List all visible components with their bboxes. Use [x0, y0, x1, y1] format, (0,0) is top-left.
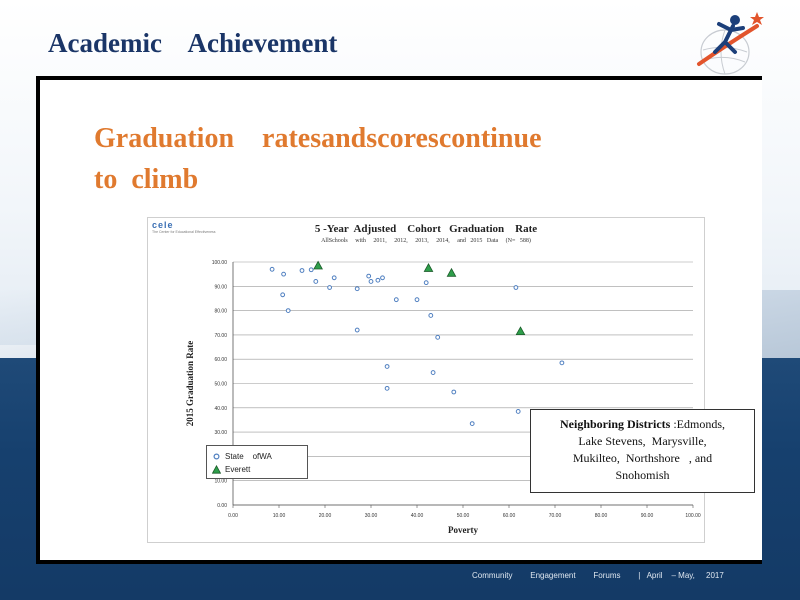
scatter-point-state	[327, 285, 333, 290]
scatter-point-state	[281, 271, 287, 277]
scatter-point-state	[368, 279, 374, 284]
scatter-point-state	[423, 280, 429, 286]
scatter-point-state	[308, 267, 314, 273]
x-tick-label: 40.00	[411, 513, 424, 519]
circle-marker-icon	[213, 452, 220, 460]
neighboring-districts-note: Neighboring Districts :Edmonds, Lake Ste…	[530, 409, 755, 493]
scatter-point-state	[451, 389, 457, 395]
scatter-point-state	[430, 370, 436, 375]
footer-text: Community Engagement Forums | April – Ma…	[472, 571, 724, 580]
scatter-point-state	[299, 268, 305, 273]
triangle-marker-icon	[212, 464, 221, 474]
chart-frame: cele The Center for Educational Effectiv…	[147, 217, 705, 543]
running-figure-logo	[695, 6, 767, 78]
scatter-point-state	[469, 421, 475, 426]
scatter-point-state	[375, 277, 381, 283]
slide-content: Graduation ratesandscorescontinue to cli…	[40, 80, 762, 560]
x-tick-label: 20.00	[319, 513, 332, 519]
x-tick-label: 10.00	[273, 513, 286, 519]
legend-item-state: State ofWA	[212, 450, 272, 462]
scatter-point-everett	[313, 260, 323, 270]
scatter-point-state	[380, 275, 385, 281]
y-tick-label: 50.00	[214, 382, 227, 388]
scatter-point-state	[384, 364, 390, 369]
scatter-point-state	[393, 297, 399, 303]
scatter-point-state	[414, 297, 420, 303]
x-tick-label: 60.00	[503, 513, 516, 519]
y-tick-label: 40.00	[214, 406, 227, 412]
scatter-point-state	[435, 334, 441, 340]
y-tick-label: 80.00	[214, 309, 227, 315]
scatter-point-everett	[515, 326, 526, 336]
scatter-point-state	[354, 327, 360, 333]
x-axis-label: Poverty	[448, 525, 478, 535]
x-tick-label: 30.00	[365, 513, 378, 519]
note-heading: Neighboring Districts	[560, 417, 671, 431]
y-tick-label: 90.00	[214, 284, 227, 290]
x-tick-label: 70.00	[549, 513, 562, 519]
scatter-point-state	[269, 266, 275, 272]
scatter-point-state	[285, 308, 291, 313]
scatter-point-state	[559, 360, 565, 366]
y-tick-label: 100.00	[212, 260, 228, 266]
x-tick-label: 0.00	[228, 513, 238, 519]
legend-item-everett: Everett	[212, 463, 250, 475]
scatter-point-everett	[423, 263, 434, 272]
headline: Graduation ratesandscorescontinue to cli…	[94, 123, 542, 195]
x-tick-label: 100.00	[685, 513, 701, 519]
page-title: Academic Achievement	[48, 28, 338, 58]
x-tick-label: 90.00	[641, 513, 654, 519]
scatter-point-state	[515, 409, 521, 414]
scatter-plot: 0.00 10.00 20.00 30.00 40.00 50.00 60.00 70.00 8…	[185, 260, 701, 535]
legend-label-everett: Everett	[225, 464, 251, 474]
scatter-point-state	[313, 279, 319, 284]
y-axis-label: 2015 Graduation Rate	[185, 341, 195, 427]
scatter-point-state	[354, 286, 360, 292]
scatter-point-state	[331, 275, 337, 281]
scatter-point-state	[428, 313, 434, 318]
y-tick-label: 10.00	[214, 479, 227, 485]
chart-legend: State ofWA Everett	[206, 445, 308, 479]
x-tick-label: 80.00	[595, 513, 608, 519]
legend-label-state: State ofWA	[225, 451, 272, 461]
scatter-point-state	[513, 285, 519, 290]
y-tick-label: 60.00	[214, 357, 227, 363]
y-tick-label: 0.00	[217, 503, 227, 509]
scatter-point-state	[384, 385, 390, 391]
scatter-point-state	[280, 292, 286, 298]
y-tick-label: 70.00	[214, 333, 227, 339]
scatter-point-everett	[446, 267, 457, 277]
y-tick-label: 30.00	[214, 430, 227, 436]
scatter-point-state	[366, 273, 372, 279]
slide-card: Graduation ratesandscorescontinue to cli…	[36, 76, 762, 564]
x-tick-label: 50.00	[457, 513, 470, 519]
